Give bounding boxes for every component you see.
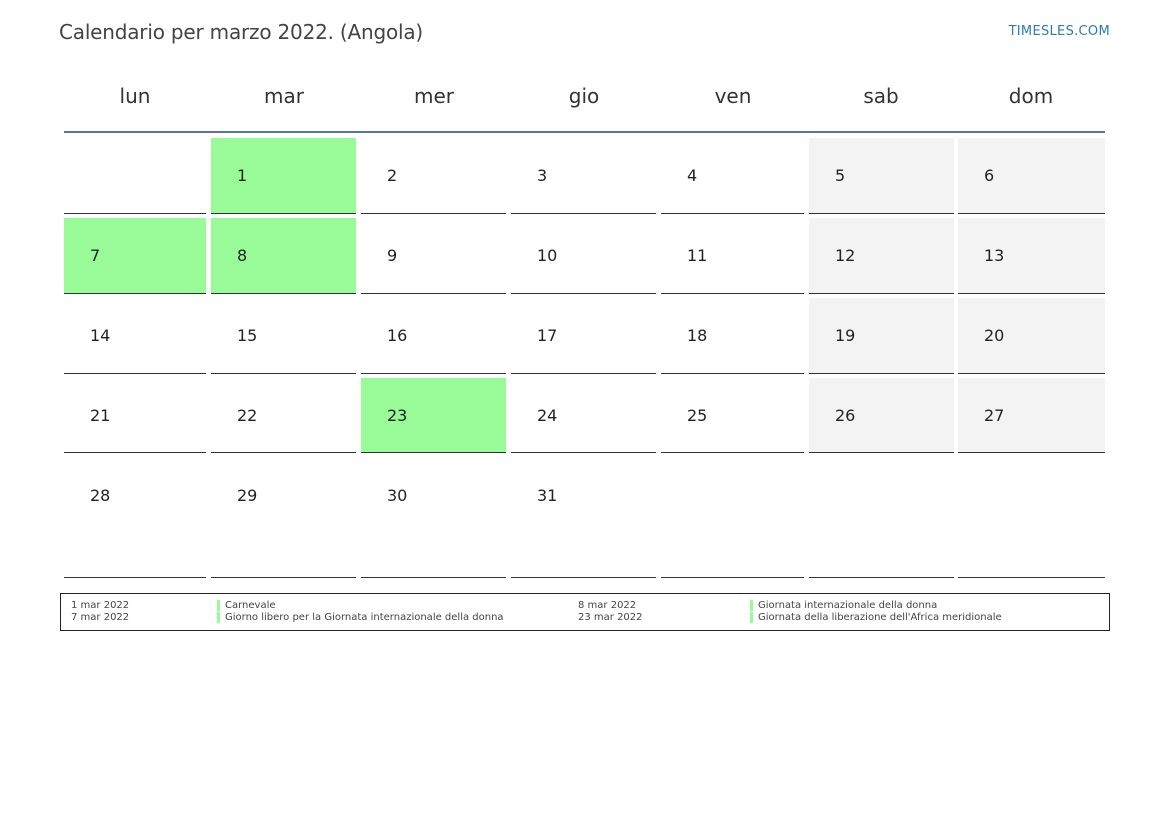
day-cell-17[interactable]: 17 xyxy=(511,298,656,374)
day-cell-30[interactable]: 30 xyxy=(361,458,506,578)
day-cell-6[interactable]: 6 xyxy=(958,138,1105,214)
day-cell-27[interactable]: 27 xyxy=(958,378,1105,453)
day-number: 11 xyxy=(687,246,708,265)
weekday-header-dom: dom xyxy=(1008,84,1054,108)
day-cell-31[interactable]: 31 xyxy=(511,458,656,578)
day-cell-2[interactable]: 2 xyxy=(361,138,506,214)
holiday-color-marker xyxy=(217,612,220,623)
day-cell-18[interactable]: 18 xyxy=(661,298,804,374)
day-cell-12[interactable]: 12 xyxy=(809,218,954,294)
weekday-header-lun: lun xyxy=(119,84,151,108)
day-number: 16 xyxy=(387,326,408,345)
empty-day-cell xyxy=(661,458,804,578)
holiday-name: Giornata internazionale della donna xyxy=(758,600,938,611)
day-number: 30 xyxy=(387,486,408,505)
day-number: 21 xyxy=(90,406,111,425)
day-number: 12 xyxy=(835,246,856,265)
day-number: 7 xyxy=(90,246,101,265)
header-rule xyxy=(64,131,1105,133)
holiday-name: Carnevale xyxy=(225,600,276,611)
day-number: 13 xyxy=(984,246,1005,265)
day-cell-13[interactable]: 13 xyxy=(958,218,1105,294)
day-cell-16[interactable]: 16 xyxy=(361,298,506,374)
day-cell-11[interactable]: 11 xyxy=(661,218,804,294)
holiday-date: 1 mar 2022 xyxy=(71,600,130,611)
day-cell-15[interactable]: 15 xyxy=(211,298,356,374)
day-cell-3[interactable]: 3 xyxy=(511,138,656,214)
day-number: 10 xyxy=(537,246,558,265)
day-number: 31 xyxy=(537,486,558,505)
holiday-color-marker xyxy=(217,600,220,611)
day-number: 19 xyxy=(835,326,856,345)
holiday-date: 23 mar 2022 xyxy=(578,612,643,623)
day-number: 22 xyxy=(237,406,258,425)
day-cell-25[interactable]: 25 xyxy=(661,378,804,453)
day-cell-28[interactable]: 28 xyxy=(64,458,206,578)
day-number: 2 xyxy=(387,166,398,185)
day-cell-7[interactable]: 7 xyxy=(64,218,206,294)
day-cell-1[interactable]: 1 xyxy=(211,138,356,214)
weekday-header-sab: sab xyxy=(863,84,899,108)
day-number: 8 xyxy=(237,246,248,265)
day-cell-14[interactable]: 14 xyxy=(64,298,206,374)
day-number: 4 xyxy=(687,166,698,185)
day-cell-24[interactable]: 24 xyxy=(511,378,656,453)
day-number: 29 xyxy=(237,486,258,505)
day-cell-20[interactable]: 20 xyxy=(958,298,1105,374)
day-number: 28 xyxy=(90,486,111,505)
holiday-name: Giornata della liberazione dell'Africa m… xyxy=(758,612,1002,623)
weekday-header-gio: gio xyxy=(568,84,600,108)
day-number: 26 xyxy=(835,406,856,425)
day-cell-10[interactable]: 10 xyxy=(511,218,656,294)
weekday-header-mer: mer xyxy=(413,84,454,108)
day-number: 24 xyxy=(537,406,558,425)
day-cell-26[interactable]: 26 xyxy=(809,378,954,453)
day-number: 3 xyxy=(537,166,548,185)
day-number: 23 xyxy=(387,406,408,425)
day-cell-29[interactable]: 29 xyxy=(211,458,356,578)
day-cell-23[interactable]: 23 xyxy=(361,378,506,453)
day-number: 17 xyxy=(537,326,558,345)
day-number: 27 xyxy=(984,406,1005,425)
day-number: 9 xyxy=(387,246,398,265)
holiday-date: 8 mar 2022 xyxy=(578,600,637,611)
day-number: 1 xyxy=(237,166,248,185)
holiday-color-marker xyxy=(750,600,753,611)
empty-day-cell xyxy=(958,458,1105,578)
empty-day-cell xyxy=(64,138,206,214)
day-number: 20 xyxy=(984,326,1005,345)
day-number: 15 xyxy=(237,326,258,345)
day-cell-21[interactable]: 21 xyxy=(64,378,206,453)
day-cell-4[interactable]: 4 xyxy=(661,138,804,214)
day-cell-22[interactable]: 22 xyxy=(211,378,356,453)
holiday-legend: 1 mar 2022 Carnevale 7 mar 2022 Giorno libe… xyxy=(60,593,1110,631)
day-number: 18 xyxy=(687,326,708,345)
holiday-color-marker xyxy=(750,612,753,623)
day-cell-8[interactable]: 8 xyxy=(211,218,356,294)
day-number: 6 xyxy=(984,166,995,185)
calendar-grid: lun mar mer gio ven sab dom 1 2 3 4 5 6 7 8 9 10 11 12 13 14… xyxy=(0,0,1169,827)
day-number: 5 xyxy=(835,166,846,185)
day-number: 25 xyxy=(687,406,708,425)
holiday-date: 7 mar 2022 xyxy=(71,612,130,623)
day-number: 14 xyxy=(90,326,111,345)
day-cell-9[interactable]: 9 xyxy=(361,218,506,294)
empty-day-cell xyxy=(809,458,954,578)
day-cell-5[interactable]: 5 xyxy=(809,138,954,214)
weekday-header-ven: ven xyxy=(714,84,752,108)
holiday-name: Giorno libero per la Giornata internazio… xyxy=(225,612,504,623)
weekday-header-mar: mar xyxy=(264,84,304,108)
day-cell-19[interactable]: 19 xyxy=(809,298,954,374)
